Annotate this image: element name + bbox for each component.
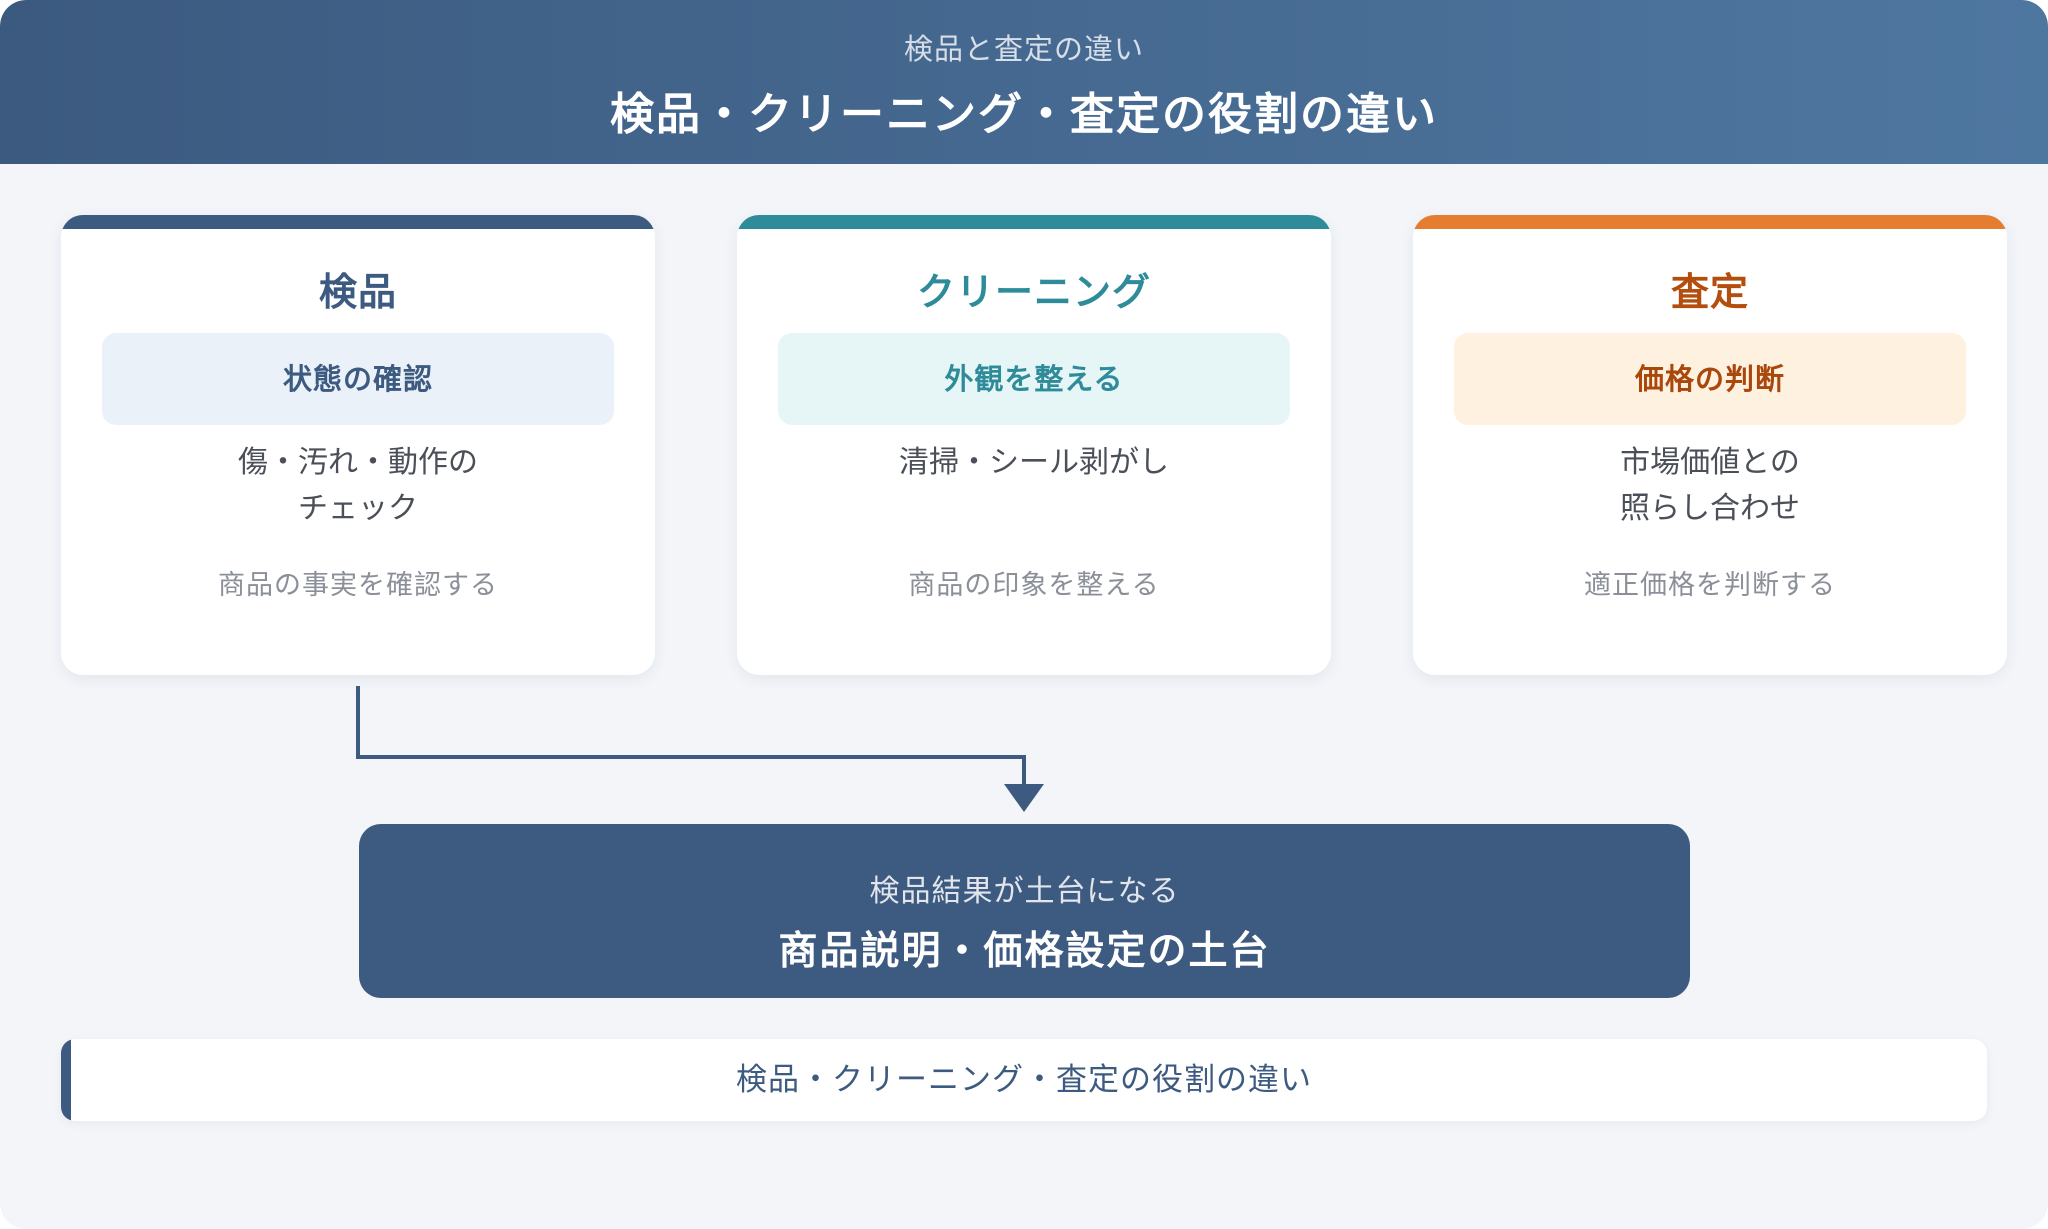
footer-caption: 検品・クリーニング・査定の役割の違い (61, 1039, 1987, 1121)
arrow-head-icon (1004, 784, 1044, 812)
result-box: 検品結果が土台になる 商品説明・価格設定の土台 (359, 824, 1690, 998)
footer-text: 検品・クリーニング・査定の役割の違い (736, 1062, 1312, 1098)
connector-line (356, 686, 1026, 784)
result-subtitle: 検品結果が土台になる (869, 874, 1180, 909)
diagram-page: 検品と査定の違い 検品・クリーニング・査定の役割の違い 検品 状態の確認 傷・汚… (0, 0, 2048, 1229)
result-title: 商品説明・価格設定の土台 (778, 929, 1271, 974)
